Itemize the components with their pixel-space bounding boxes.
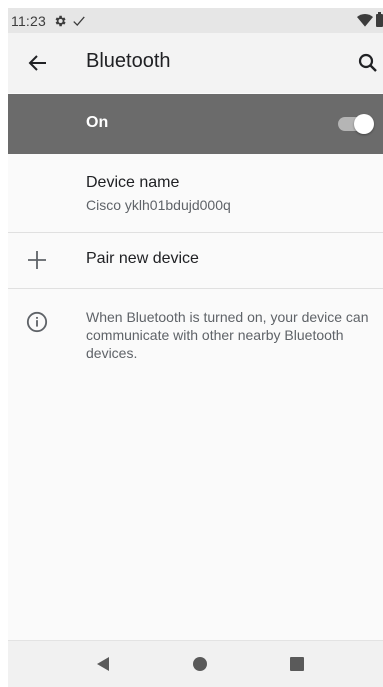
pair-new-device-label: Pair new device [86,250,199,267]
info-icon [26,311,48,333]
search-icon [358,53,377,72]
back-triangle-icon [97,657,109,671]
toggle-thumb [354,114,374,134]
master-switch-label: On [86,114,109,131]
home-circle-icon [193,657,207,671]
plus-icon [28,251,46,269]
recents-square-icon [290,657,304,671]
status-time: 11:23 [11,12,46,29]
status-right-icons [357,12,383,27]
search-button[interactable] [356,51,380,75]
battery-icon [376,12,383,27]
device-name-title: Device name [86,174,180,191]
wifi-icon [357,13,373,27]
nav-back-button[interactable] [94,655,112,673]
nav-home-button[interactable] [191,655,209,673]
info-text: When Bluetooth is turned on, your device… [86,309,369,361]
device-name-row[interactable]: Device name Cisco yklh01bdujd000q [8,154,383,232]
device-name-value: Cisco yklh01bdujd000q [86,197,231,213]
bluetooth-toggle[interactable] [338,114,374,134]
back-button[interactable] [26,51,50,75]
nav-recents-button[interactable] [288,655,306,673]
status-bar: 11:23 [8,8,383,33]
page-title: Bluetooth [86,50,171,72]
app-bar: Bluetooth [8,33,383,93]
bluetooth-master-switch[interactable]: On [8,94,383,154]
info-footer: When Bluetooth is turned on, your device… [8,289,383,379]
check-icon [72,14,86,28]
arrow-left-icon [28,55,46,71]
navigation-bar [8,640,383,687]
gear-icon [53,14,67,28]
screen: 11:23 Bluetooth On Device name Cisco ykl… [8,8,383,687]
pair-new-device-row[interactable]: Pair new device [8,232,383,288]
